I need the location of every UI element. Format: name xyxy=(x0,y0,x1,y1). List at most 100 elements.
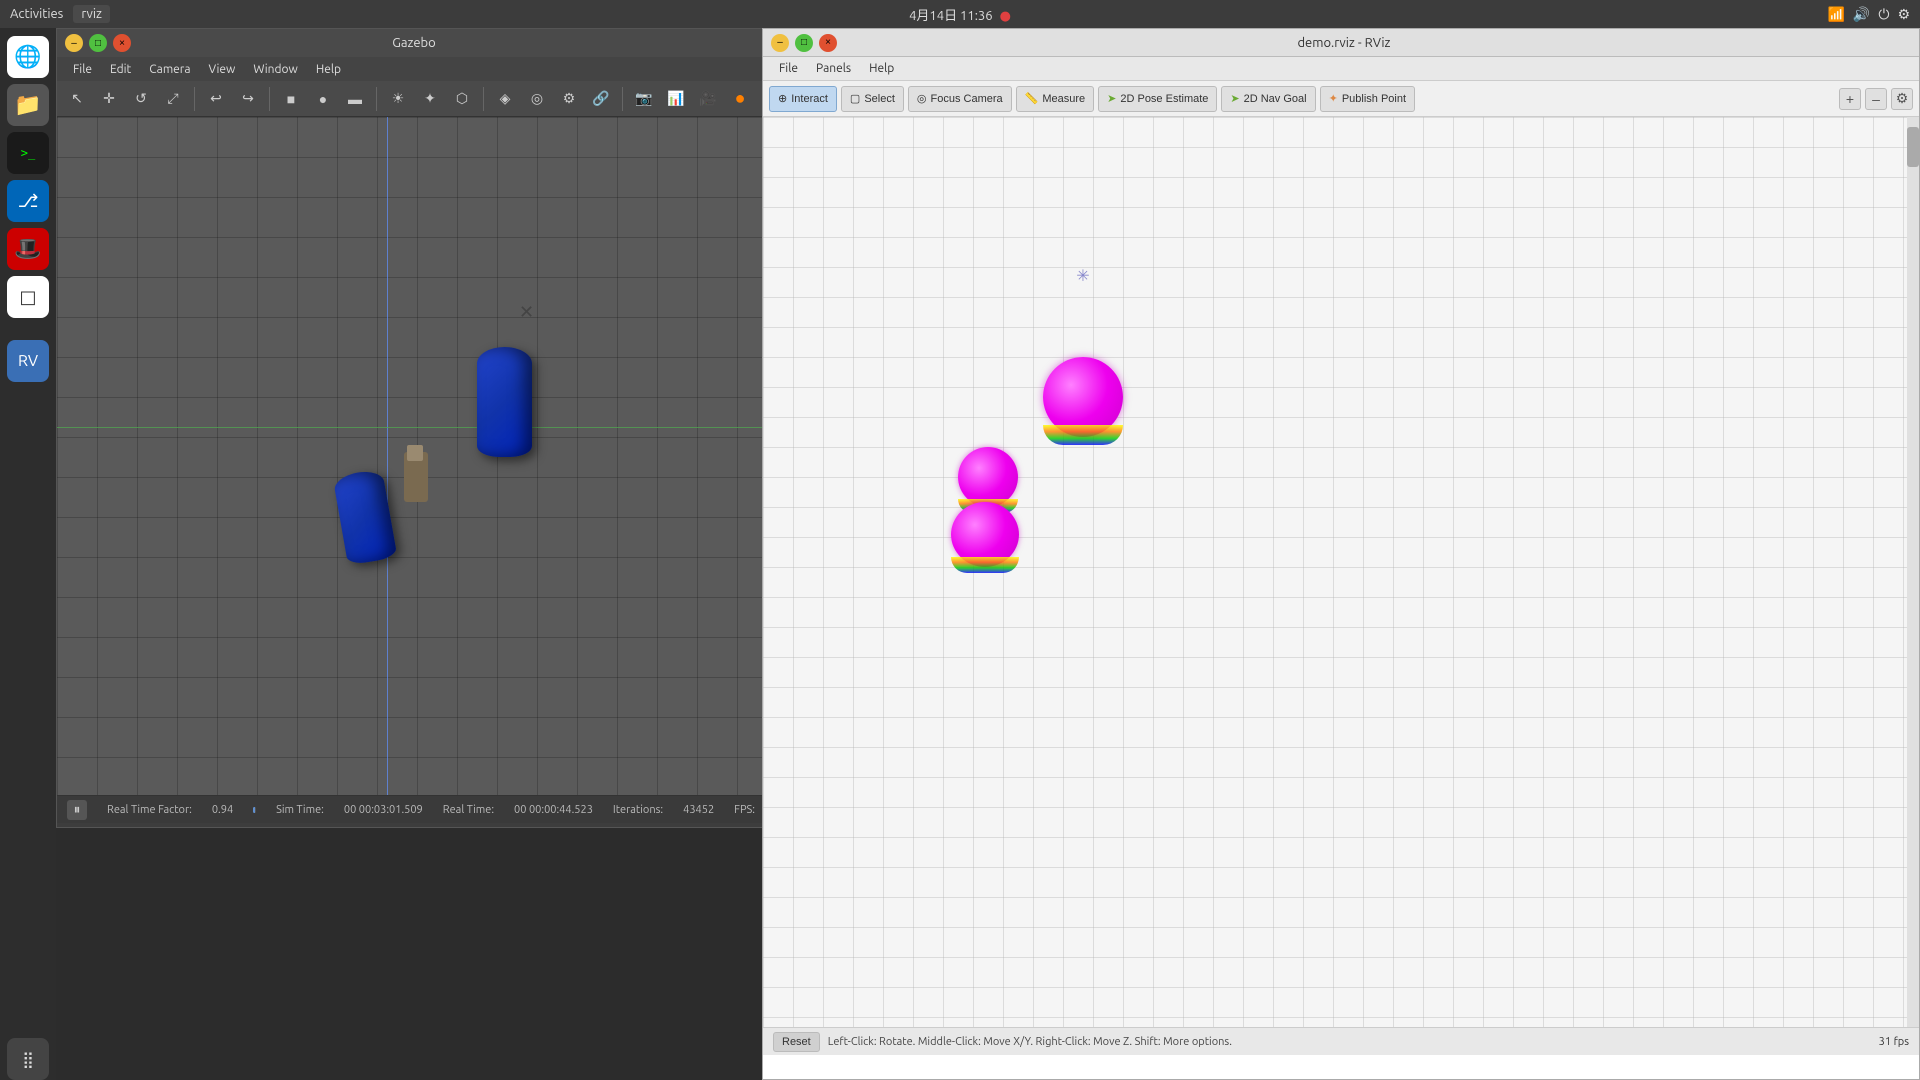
cylinder-large-object xyxy=(477,347,532,457)
gazebo-progress-bar-container xyxy=(253,807,256,813)
tool-light3[interactable]: ⬡ xyxy=(448,85,476,113)
measure-button[interactable]: 📏 Measure xyxy=(1016,86,1095,112)
dock-terminal[interactable]: >_ xyxy=(7,132,49,174)
system-datetime: 4月14日 11:36 xyxy=(909,9,993,23)
rviz-window: – □ × demo.rviz - RViz File Panels Help … xyxy=(762,28,1920,1080)
tool-video[interactable]: 🎥 xyxy=(694,85,722,113)
tool-sphere[interactable]: ● xyxy=(309,85,337,113)
select-icon: ▢ xyxy=(850,92,860,105)
tool-a[interactable]: ◈ xyxy=(491,85,519,113)
tool-arrow[interactable]: ↖ xyxy=(63,85,91,113)
tool-rotate[interactable]: ↺ xyxy=(127,85,155,113)
magenta-circle-large xyxy=(1043,357,1123,437)
dock-apps[interactable]: ⣿ xyxy=(7,1038,49,1080)
sep5 xyxy=(622,87,623,111)
gazebo-titlebar: – □ × Gazebo xyxy=(57,29,765,57)
rviz-status-instruction: Left-Click: Rotate. Middle-Click: Move X… xyxy=(828,1036,1232,1048)
sep1 xyxy=(194,87,195,111)
rviz-remove-button[interactable]: – xyxy=(1865,88,1887,110)
tool-cylinder[interactable]: ▬ xyxy=(341,85,369,113)
gazebo-menu-edit[interactable]: Edit xyxy=(102,61,139,78)
gazebo-menu-help[interactable]: Help xyxy=(308,61,349,78)
rviz-titlebar: – □ × demo.rviz - RViz xyxy=(763,29,1919,57)
select-button[interactable]: ▢ Select xyxy=(841,86,904,112)
pose-estimate-button[interactable]: ➤ 2D Pose Estimate xyxy=(1098,86,1217,112)
gazebo-menu-view[interactable]: View xyxy=(201,61,244,78)
drone-object: ✕ xyxy=(519,302,549,322)
interact-icon: ⊕ xyxy=(778,92,787,105)
gazebo-statusbar: ⏸ Real Time Factor: 0.94 Sim Time: 00 00… xyxy=(57,795,765,823)
gazebo-maximize-button[interactable]: □ xyxy=(89,34,107,52)
focus-camera-label: Focus Camera xyxy=(931,93,1003,105)
rviz-settings-button[interactable]: ⚙ xyxy=(1891,88,1913,110)
dock-files[interactable]: 📁 xyxy=(7,84,49,126)
tool-light[interactable]: ☀ xyxy=(384,85,412,113)
gazebo-axis-vertical xyxy=(387,117,388,795)
real-time-factor-label: Real Time Factor: xyxy=(107,804,192,816)
rviz-menu-panels[interactable]: Panels xyxy=(808,60,859,77)
dock-rviz[interactable]: RV xyxy=(7,340,49,382)
rviz-maximize-button[interactable]: □ xyxy=(795,34,813,52)
dock-virtualbox[interactable]: □ xyxy=(7,276,49,318)
rviz-scrollbar[interactable] xyxy=(1907,117,1919,1027)
tool-chart[interactable]: 📊 xyxy=(662,85,690,113)
gazebo-menubar: File Edit Camera View Window Help xyxy=(57,57,765,81)
app-indicator[interactable]: rviz xyxy=(73,5,110,23)
pose-estimate-label: 2D Pose Estimate xyxy=(1120,93,1208,105)
tool-d[interactable]: 🔗 xyxy=(587,85,615,113)
pose-estimate-icon: ➤ xyxy=(1107,92,1116,105)
tool-camera[interactable]: 📷 xyxy=(630,85,658,113)
dock-vscode[interactable]: ⎇ xyxy=(7,180,49,222)
tool-b[interactable]: ◎ xyxy=(523,85,551,113)
rviz-menubar: File Panels Help xyxy=(763,57,1919,81)
real-time-factor-value: 0.94 xyxy=(212,804,233,816)
tool-box[interactable]: ■ xyxy=(277,85,305,113)
settings-icon[interactable]: ⚙ xyxy=(1897,6,1910,23)
rviz-minimize-button[interactable]: – xyxy=(771,34,789,52)
gazebo-menu-file[interactable]: File xyxy=(65,61,100,78)
gazebo-viewport[interactable]: ✕ xyxy=(57,117,765,795)
gazebo-toolbar: ↖ ✛ ↺ ⤢ ↩ ↪ ■ ● ▬ ☀ ✦ ⬡ ◈ ◎ ⚙ 🔗 📷 📊 🎥 ● xyxy=(57,81,765,117)
measure-icon: 📏 xyxy=(1025,92,1039,105)
rviz-toolbar: ⊕ Interact ▢ Select ◎ Focus Camera 📏 Mea… xyxy=(763,81,1919,117)
activities-label[interactable]: Activities xyxy=(10,7,63,21)
rviz-menu-help[interactable]: Help xyxy=(861,60,902,77)
nav-goal-button[interactable]: ➤ 2D Nav Goal xyxy=(1221,86,1315,112)
measure-label: Measure xyxy=(1042,93,1085,105)
record-indicator: ● xyxy=(1000,9,1011,23)
tool-light2[interactable]: ✦ xyxy=(416,85,444,113)
focus-camera-button[interactable]: ◎ Focus Camera xyxy=(908,86,1012,112)
dock-chrome[interactable]: 🌐 xyxy=(7,36,49,78)
network-icon: 📶 xyxy=(1827,6,1844,23)
publish-point-button[interactable]: ✦ Publish Point xyxy=(1320,86,1415,112)
rviz-statusbar: Reset Left-Click: Rotate. Middle-Click: … xyxy=(763,1027,1919,1055)
tool-translate[interactable]: ✛ xyxy=(95,85,123,113)
magenta-circle-medium-2 xyxy=(951,502,1019,567)
gazebo-menu-window[interactable]: Window xyxy=(245,61,305,78)
tool-scale[interactable]: ⤢ xyxy=(159,85,187,113)
rviz-viewport[interactable]: ✳ xyxy=(763,117,1919,1027)
rviz-menu-file[interactable]: File xyxy=(771,60,806,77)
rviz-add-button[interactable]: + xyxy=(1839,88,1861,110)
gazebo-progress-bar xyxy=(253,807,255,813)
sep4 xyxy=(483,87,484,111)
iterations-label: Iterations: xyxy=(613,804,663,816)
pause-button[interactable]: ⏸ xyxy=(67,800,87,820)
gazebo-minimize-button[interactable]: – xyxy=(65,34,83,52)
iterations-value: 43452 xyxy=(683,804,714,816)
gazebo-close-button[interactable]: × xyxy=(113,34,131,52)
rviz-close-button[interactable]: × xyxy=(819,34,837,52)
tool-c[interactable]: ⚙ xyxy=(555,85,583,113)
interact-button[interactable]: ⊕ Interact xyxy=(769,86,837,112)
crosshair-marker: ✳ xyxy=(1073,265,1093,285)
dock-redhat[interactable]: 🎩 xyxy=(7,228,49,270)
gazebo-menu-camera[interactable]: Camera xyxy=(141,61,198,78)
rviz-reset-button[interactable]: Reset xyxy=(773,1032,820,1052)
tool-orange[interactable]: ● xyxy=(726,85,754,113)
select-label: Select xyxy=(864,93,895,105)
tool-redo[interactable]: ↪ xyxy=(234,85,262,113)
nav-goal-icon: ➤ xyxy=(1230,92,1239,105)
rviz-scrollbar-thumb[interactable] xyxy=(1907,127,1919,167)
tool-undo[interactable]: ↩ xyxy=(202,85,230,113)
fps-label: FPS: xyxy=(734,804,755,816)
